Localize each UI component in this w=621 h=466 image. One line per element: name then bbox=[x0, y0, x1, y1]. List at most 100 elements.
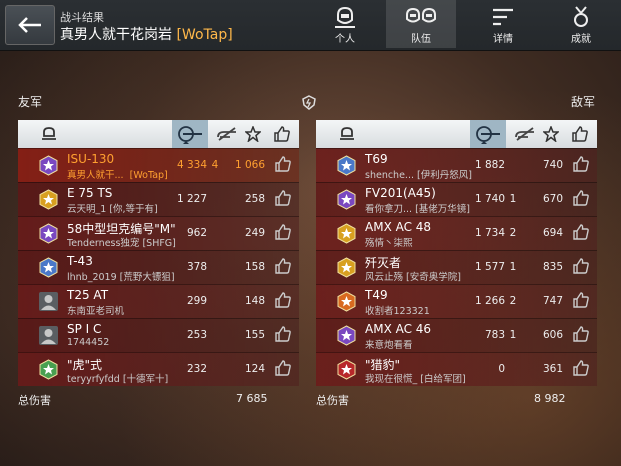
player-name: teryyrfyfdd [十德军十] bbox=[67, 374, 169, 385]
sort-damage-icon[interactable] bbox=[470, 120, 506, 148]
player-row[interactable]: "虎"式 teryyrfyfdd [十德军十] 232 124 bbox=[18, 352, 299, 386]
damage-value: 299 bbox=[186, 295, 207, 307]
like-icon[interactable] bbox=[573, 156, 589, 172]
like-icon[interactable] bbox=[573, 258, 589, 274]
tank-name: ISU-130 bbox=[67, 152, 115, 166]
arrow-left-icon bbox=[18, 17, 41, 33]
player-avatar-icon bbox=[39, 326, 58, 345]
sort-experience-icon[interactable] bbox=[538, 120, 564, 148]
tab-team[interactable]: 队伍 bbox=[386, 0, 456, 48]
player-rating-badge-icon bbox=[337, 325, 356, 346]
tab-details[interactable]: 详情 bbox=[468, 0, 538, 48]
player-rating-badge-icon bbox=[39, 257, 58, 278]
player-rating-badge-icon bbox=[337, 291, 356, 312]
tab-personal[interactable]: 个人 bbox=[310, 0, 380, 48]
player-row[interactable]: AMX AC 46 来意炮看看 783 1 606 bbox=[316, 318, 597, 352]
battle-type-icon bbox=[302, 95, 316, 110]
damage-value: 378 bbox=[186, 261, 207, 273]
like-icon[interactable] bbox=[275, 258, 291, 274]
player-avatar-icon bbox=[39, 292, 58, 311]
player-row[interactable]: "猎豹" 我现在很慌_ [白给军团] 0 361 bbox=[316, 352, 597, 386]
player-row[interactable]: T49 收割者123321 1 266 2 747 bbox=[316, 284, 597, 318]
player-rating-badge-icon bbox=[337, 223, 356, 244]
like-icon[interactable] bbox=[275, 292, 291, 308]
damage-value: 1 227 bbox=[176, 193, 207, 205]
damage-value: 253 bbox=[186, 329, 207, 341]
player-row[interactable]: T25 AT 东南亚老司机 299 148 bbox=[18, 284, 299, 318]
player-rating-badge-icon bbox=[39, 189, 58, 210]
player-row[interactable]: ISU-130 真男人就干... [WoTap] 4 334 4 1 066 bbox=[18, 148, 299, 182]
allies-total-damage: 7 685 bbox=[236, 392, 268, 405]
like-icon[interactable] bbox=[275, 224, 291, 240]
sort-damage-icon[interactable] bbox=[172, 120, 208, 148]
player-row[interactable]: T-43 lhnb_2019 [荒野大镖狙] 378 158 bbox=[18, 250, 299, 284]
player-row[interactable]: 歼灭者 风云止殇 [安奇奥学院] 1 577 1 835 bbox=[316, 250, 597, 284]
player-name: 风云止殇 [安奇奥学院] bbox=[365, 272, 461, 283]
player-row[interactable]: E 75 TS 云天明_1 [你,等于有] 1 227 258 bbox=[18, 182, 299, 216]
like-icon[interactable] bbox=[275, 190, 291, 206]
screen-title: 真男人就干花岗岩 [WoTap] bbox=[60, 24, 233, 44]
experience-value: 694 bbox=[542, 227, 563, 239]
tank-name: SP I C bbox=[67, 322, 102, 336]
like-icon[interactable] bbox=[275, 360, 291, 376]
player-name: 我现在很慌_ [白给军团] bbox=[365, 374, 466, 385]
like-icon[interactable] bbox=[573, 292, 589, 308]
allies-label: 友军 bbox=[18, 95, 43, 109]
like-icon[interactable] bbox=[275, 326, 291, 342]
tank-name: T49 bbox=[365, 288, 388, 302]
player-name: lhnb_2019 [荒野大镖狙] bbox=[67, 272, 175, 283]
sort-kills-icon[interactable] bbox=[214, 120, 240, 148]
tank-name: FV201(A45) bbox=[365, 186, 436, 200]
like-icon[interactable] bbox=[573, 190, 589, 206]
player-name: 来意炮看看 bbox=[365, 340, 413, 351]
tank-name: E 75 TS bbox=[67, 186, 113, 200]
player-clan: [WoTap] bbox=[176, 27, 233, 43]
player-rating-badge-icon bbox=[337, 257, 356, 278]
kills-value: 1 bbox=[509, 329, 517, 341]
player-name: 1744452 bbox=[67, 337, 110, 348]
sort-kills-icon[interactable] bbox=[512, 120, 538, 148]
tank-name: T69 bbox=[365, 152, 388, 166]
player-row[interactable]: FV201(A45) 看你拿刀... [基佬万华镜] 1 740 1 670 bbox=[316, 182, 597, 216]
sort-likes-icon[interactable] bbox=[566, 120, 594, 148]
damage-value: 783 bbox=[484, 329, 505, 341]
sort-tank-icon[interactable] bbox=[36, 120, 62, 148]
enemies-table: T69 shenche... [伊利丹怒风] 1 882 740 FV201(A45) 看… bbox=[316, 120, 597, 386]
player-name: 东南亚老司机 bbox=[67, 306, 125, 317]
sort-tank-icon[interactable] bbox=[334, 120, 360, 148]
kills-value: 4 bbox=[211, 159, 219, 171]
sort-experience-icon[interactable] bbox=[240, 120, 266, 148]
experience-value: 670 bbox=[542, 193, 563, 205]
player-row[interactable]: AMX AC 48 殇情丶柒熙 1 734 2 694 bbox=[316, 216, 597, 250]
player-row[interactable]: SP I C 1744452 253 155 bbox=[18, 318, 299, 352]
player-rating-badge-icon bbox=[337, 189, 356, 210]
team-icon bbox=[406, 7, 436, 23]
experience-value: 124 bbox=[244, 363, 265, 375]
player-row[interactable]: 58中型坦克编号"M" Tenderness独宠 [SHFG] 962 249 bbox=[18, 216, 299, 250]
allies-table: ISU-130 真男人就干... [WoTap] 4 334 4 1 066 E 75 T… bbox=[18, 120, 299, 386]
player-name: 殇情丶柒熙 bbox=[365, 238, 413, 249]
back-button[interactable] bbox=[5, 5, 55, 45]
player-name: 云天明_1 [你,等于有] bbox=[67, 204, 158, 215]
experience-value: 155 bbox=[244, 329, 265, 341]
like-icon[interactable] bbox=[573, 224, 589, 240]
player-rating-badge-icon bbox=[39, 359, 58, 380]
damage-value: 962 bbox=[186, 227, 207, 239]
damage-value: 4 334 bbox=[176, 159, 207, 171]
tank-name: T-43 bbox=[67, 254, 93, 268]
experience-value: 258 bbox=[244, 193, 265, 205]
like-icon[interactable] bbox=[573, 360, 589, 376]
kills-value: 2 bbox=[509, 227, 517, 239]
player-name: Tenderness独宠 [SHFG] bbox=[67, 238, 176, 249]
tab-achievements[interactable]: 成就 bbox=[546, 0, 616, 48]
kills-value: 1 bbox=[509, 261, 517, 273]
medal-icon bbox=[574, 6, 588, 27]
sort-likes-icon[interactable] bbox=[268, 120, 296, 148]
experience-value: 148 bbox=[244, 295, 265, 307]
like-icon[interactable] bbox=[573, 326, 589, 342]
top-bar: 战斗结果 真男人就干花岗岩 [WoTap] 个人 队伍 详情 成就 bbox=[0, 0, 621, 51]
experience-value: 1 066 bbox=[234, 159, 265, 171]
player-row[interactable]: T69 shenche... [伊利丹怒风] 1 882 740 bbox=[316, 148, 597, 182]
like-icon[interactable] bbox=[275, 156, 291, 172]
tank-name: AMX AC 48 bbox=[365, 220, 432, 234]
